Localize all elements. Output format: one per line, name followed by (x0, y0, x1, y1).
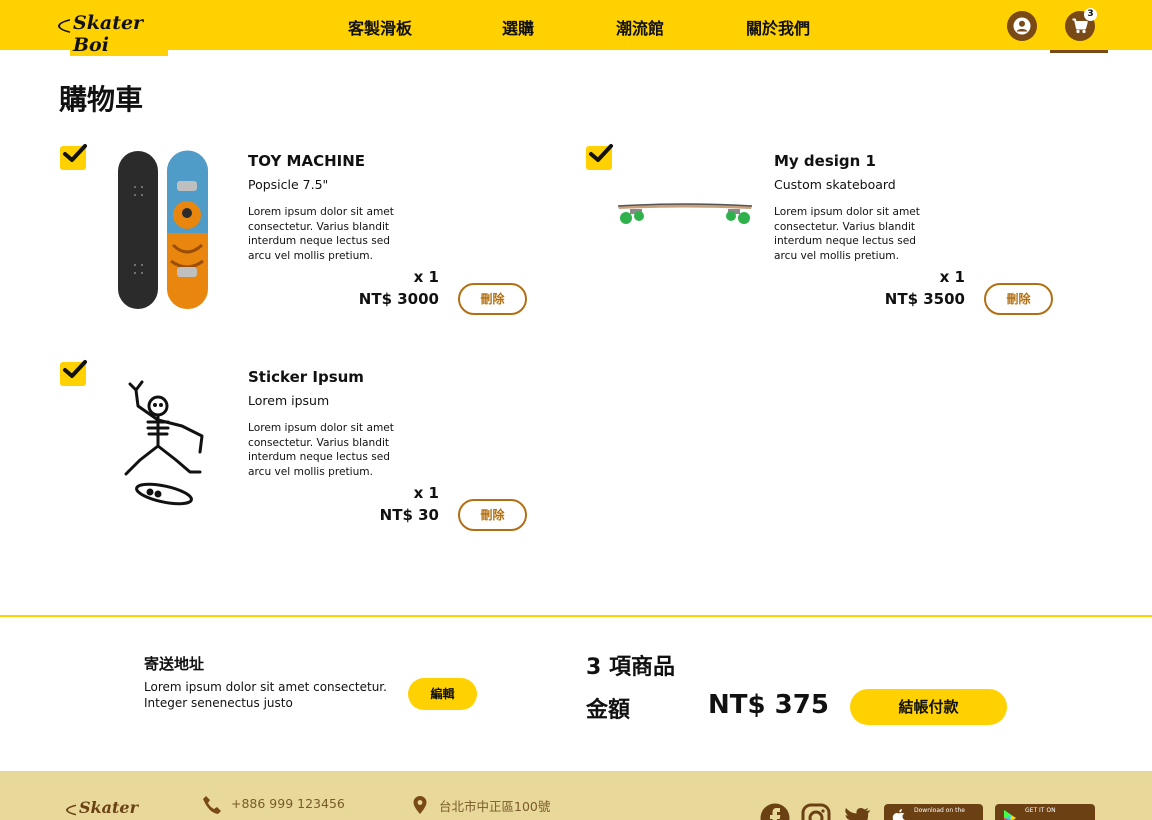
cart-count-badge: 3 (1084, 8, 1097, 21)
top-nav-bar: Skater Boi 客製滑板 選購 潮流館 關於我們 3 (0, 0, 1152, 56)
item-description: Lorem ipsum dolor sit amet consectetur. … (248, 206, 394, 262)
phone-icon (203, 796, 221, 814)
cart-item: My design 1 Custom skateboard Lorem ipsu… (586, 144, 1066, 346)
item-name: TOY MACHINE (248, 152, 366, 170)
nav-custom-board[interactable]: 客製滑板 (348, 15, 412, 39)
twitter-icon[interactable] (842, 803, 872, 820)
delete-button[interactable]: 刪除 (984, 283, 1053, 315)
total-amount: NT$ 375 (708, 690, 829, 720)
user-icon (1013, 17, 1031, 35)
location-pin-icon (413, 796, 427, 814)
item-price: NT$ 3000 (358, 290, 439, 308)
item-description: Lorem ipsum dolor sit amet consectetur. … (248, 422, 394, 478)
item-price: NT$ 3500 (884, 290, 965, 308)
footer: Skater Boi +886 999 123456 台北市中正區100號 Do… (0, 771, 1152, 820)
cart-item: Sticker Ipsum Lorem ipsum Lorem ipsum do… (60, 360, 540, 562)
account-button[interactable] (1007, 11, 1037, 41)
item-checkbox[interactable] (60, 360, 87, 386)
google-play-icon (1004, 810, 1016, 820)
checkout-button[interactable]: 結帳付款 (850, 689, 1007, 725)
skateboard-deck-image (118, 150, 208, 309)
item-subtitle: Popsicle 7.5" (248, 177, 329, 192)
longboard-side-image (617, 203, 753, 224)
edit-address-button[interactable]: 編輯 (408, 678, 477, 710)
item-checkbox[interactable] (586, 144, 613, 170)
item-subtitle: Lorem ipsum (248, 393, 330, 408)
delete-button[interactable]: 刪除 (458, 499, 527, 531)
checkmark-icon (63, 360, 87, 378)
page-title: 購物車 (59, 83, 144, 116)
cart-item: TOY MACHINE Popsicle 7.5" Lorem ipsum do… (60, 144, 540, 346)
active-cart-indicator (1050, 50, 1108, 53)
checkmark-icon (589, 144, 613, 162)
item-count-label: 3 項商品 (586, 655, 675, 680)
footer-logo[interactable]: Skater Boi (66, 798, 166, 820)
item-subtitle: Custom skateboard (774, 177, 896, 192)
app-store-label: Download on the (914, 807, 965, 814)
logo-text: Skater Boi (70, 12, 168, 56)
item-quantity: x 1 (939, 268, 965, 286)
shipping-address-title: 寄送地址 (144, 655, 205, 673)
item-price: NT$ 30 (379, 506, 439, 524)
footer-phone[interactable]: +886 999 123456 (231, 796, 345, 811)
footer-address: 台北市中正區100號 (439, 799, 551, 814)
amount-label: 金額 (586, 698, 631, 723)
nav-trend[interactable]: 潮流館 (616, 15, 664, 39)
google-play-label: GET IT ON (1025, 807, 1056, 814)
item-name: My design 1 (774, 152, 876, 170)
item-quantity: x 1 (413, 484, 439, 502)
google-play-badge[interactable]: GET IT ON (995, 804, 1095, 820)
item-name: Sticker Ipsum (248, 368, 364, 386)
nav-about[interactable]: 關於我們 (746, 15, 810, 39)
shipping-address-text: Lorem ipsum dolor sit amet consectetur. … (144, 680, 387, 710)
nav-shop[interactable]: 選購 (502, 15, 534, 39)
checkmark-icon (63, 144, 87, 162)
brand-logo[interactable]: Skater Boi (58, 8, 168, 56)
delete-button[interactable]: 刪除 (458, 283, 527, 315)
skeleton-sticker-image (124, 380, 204, 506)
app-store-badge[interactable]: Download on the (884, 804, 983, 820)
instagram-icon[interactable] (801, 803, 831, 820)
item-quantity: x 1 (413, 268, 439, 286)
facebook-icon[interactable] (760, 803, 790, 820)
summary-divider (0, 615, 1152, 617)
apple-icon (892, 809, 905, 820)
item-checkbox[interactable] (60, 144, 87, 170)
footer-logo-text: Skater Boi (76, 798, 166, 820)
item-description: Lorem ipsum dolor sit amet consectetur. … (774, 206, 920, 262)
